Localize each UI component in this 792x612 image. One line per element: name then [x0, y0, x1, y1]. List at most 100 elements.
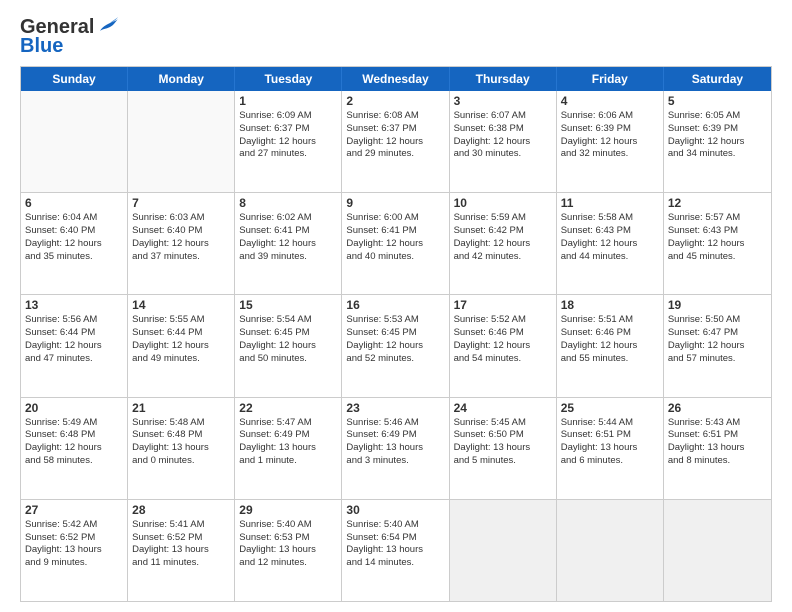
- calendar-cell-20: 20 Sunrise: 5:49 AMSunset: 6:48 PMDayligh…: [21, 398, 128, 499]
- cell-info-line: Sunrise: 5:40 AM: [239, 519, 337, 532]
- calendar-cell-empty: [557, 500, 664, 601]
- day-number: 3: [454, 94, 552, 108]
- calendar-row-4: 20Sunrise: 5:49 AMSunset: 6:48 PMDayligh…: [21, 397, 771, 499]
- day-number: 27: [25, 503, 123, 517]
- cell-info-line: Sunset: 6:48 PM: [25, 429, 123, 442]
- calendar-cell-13: 13Sunrise: 5:56 AMSunset: 6:44 PMDayligh…: [21, 295, 128, 396]
- calendar-cell-16: 16Sunrise: 5:53 AMSunset: 6:45 PMDayligh…: [342, 295, 449, 396]
- day-number: 13: [25, 298, 123, 312]
- cell-info-line: and 45 minutes.: [668, 251, 767, 264]
- cell-info-line: Sunrise: 6:09 AM: [239, 110, 337, 123]
- weekday-header-monday: Monday: [128, 67, 235, 91]
- cell-info-line: Daylight: 12 hours: [25, 238, 123, 251]
- cell-info-line: and 47 minutes.: [25, 353, 123, 366]
- cell-info-line: Sunset: 6:52 PM: [132, 532, 230, 545]
- day-number: 29: [239, 503, 337, 517]
- day-number: 12: [668, 196, 767, 210]
- cell-info-line: Daylight: 12 hours: [25, 442, 123, 455]
- cell-info-line: Daylight: 13 hours: [132, 544, 230, 557]
- calendar-cell-25: 25Sunrise: 5:44 AMSunset: 6:51 PMDayligh…: [557, 398, 664, 499]
- cell-info-line: Sunset: 6:37 PM: [239, 123, 337, 136]
- cell-info-line: Daylight: 13 hours: [132, 442, 230, 455]
- cell-info-line: Daylight: 12 hours: [454, 136, 552, 149]
- day-number: 25: [561, 401, 659, 415]
- calendar-row-1: 1Sunrise: 6:09 AMSunset: 6:37 PMDaylight…: [21, 91, 771, 192]
- cell-info-line: Sunrise: 5:50 AM: [668, 314, 767, 327]
- calendar-cell-2: 2Sunrise: 6:08 AMSunset: 6:37 PMDaylight…: [342, 91, 449, 192]
- cell-info-line: Sunset: 6:44 PM: [132, 327, 230, 340]
- cell-info-line: Daylight: 12 hours: [239, 340, 337, 353]
- calendar-cell-27: 27Sunrise: 5:42 AMSunset: 6:52 PMDayligh…: [21, 500, 128, 601]
- cell-info-line: and 58 minutes.: [25, 455, 123, 468]
- day-number: 19: [668, 298, 767, 312]
- cell-info-line: Daylight: 12 hours: [132, 340, 230, 353]
- cell-info-line: Sunset: 6:51 PM: [668, 429, 767, 442]
- day-number: 28: [132, 503, 230, 517]
- cell-info-line: Sunrise: 5:45 AM: [454, 417, 552, 430]
- cell-info-line: Sunset: 6:52 PM: [25, 532, 123, 545]
- cell-info-line: Daylight: 12 hours: [454, 238, 552, 251]
- cell-info-line: and 54 minutes.: [454, 353, 552, 366]
- logo: General Blue: [20, 16, 118, 58]
- cell-info-line: Daylight: 12 hours: [668, 238, 767, 251]
- calendar-cell-18: 18Sunrise: 5:51 AMSunset: 6:46 PMDayligh…: [557, 295, 664, 396]
- cell-info-line: Sunrise: 6:05 AM: [668, 110, 767, 123]
- cell-info-line: and 49 minutes.: [132, 353, 230, 366]
- cell-info-line: Daylight: 12 hours: [561, 238, 659, 251]
- cell-info-line: Sunrise: 5:55 AM: [132, 314, 230, 327]
- calendar-cell-29: 29Sunrise: 5:40 AMSunset: 6:53 PMDayligh…: [235, 500, 342, 601]
- cell-info-line: Sunrise: 5:52 AM: [454, 314, 552, 327]
- cell-info-line: and 52 minutes.: [346, 353, 444, 366]
- weekday-header-friday: Friday: [557, 67, 664, 91]
- calendar-cell-5: 5Sunrise: 6:05 AMSunset: 6:39 PMDaylight…: [664, 91, 771, 192]
- calendar-cell-30: 30Sunrise: 5:40 AMSunset: 6:54 PMDayligh…: [342, 500, 449, 601]
- day-number: 14: [132, 298, 230, 312]
- cell-info-line: Sunrise: 6:06 AM: [561, 110, 659, 123]
- cell-info-line: Sunrise: 6:07 AM: [454, 110, 552, 123]
- cell-info-line: and 37 minutes.: [132, 251, 230, 264]
- cell-info-line: Daylight: 13 hours: [239, 544, 337, 557]
- calendar-cell-17: 17Sunrise: 5:52 AMSunset: 6:46 PMDayligh…: [450, 295, 557, 396]
- day-number: 6: [25, 196, 123, 210]
- cell-info-line: Sunset: 6:43 PM: [668, 225, 767, 238]
- day-number: 7: [132, 196, 230, 210]
- calendar-cell-4: 4Sunrise: 6:06 AMSunset: 6:39 PMDaylight…: [557, 91, 664, 192]
- day-number: 11: [561, 196, 659, 210]
- calendar-cell-22: 22Sunrise: 5:47 AMSunset: 6:49 PMDayligh…: [235, 398, 342, 499]
- cell-info-line: Sunrise: 6:04 AM: [25, 212, 123, 225]
- cell-info-line: and 11 minutes.: [132, 557, 230, 570]
- cell-info-line: Sunset: 6:50 PM: [454, 429, 552, 442]
- cell-info-line: Sunrise: 5:49 AM: [25, 417, 123, 430]
- day-number: 20: [25, 401, 123, 415]
- cell-info-line: Sunrise: 5:56 AM: [25, 314, 123, 327]
- cell-info-line: and 27 minutes.: [239, 148, 337, 161]
- calendar-cell-6: 6Sunrise: 6:04 AMSunset: 6:40 PMDaylight…: [21, 193, 128, 294]
- calendar-cell-10: 10Sunrise: 5:59 AMSunset: 6:42 PMDayligh…: [450, 193, 557, 294]
- cell-info-line: Sunset: 6:37 PM: [346, 123, 444, 136]
- cell-info-line: Daylight: 12 hours: [239, 136, 337, 149]
- calendar: SundayMondayTuesdayWednesdayThursdayFrid…: [20, 66, 772, 602]
- day-number: 22: [239, 401, 337, 415]
- calendar-cell-23: 23Sunrise: 5:46 AMSunset: 6:49 PMDayligh…: [342, 398, 449, 499]
- cell-info-line: and 42 minutes.: [454, 251, 552, 264]
- cell-info-line: and 12 minutes.: [239, 557, 337, 570]
- cell-info-line: Sunrise: 5:47 AM: [239, 417, 337, 430]
- cell-info-line: and 8 minutes.: [668, 455, 767, 468]
- weekday-header-sunday: Sunday: [21, 67, 128, 91]
- day-number: 5: [668, 94, 767, 108]
- cell-info-line: and 0 minutes.: [132, 455, 230, 468]
- cell-info-line: Sunrise: 6:08 AM: [346, 110, 444, 123]
- cell-info-line: and 3 minutes.: [346, 455, 444, 468]
- cell-info-line: Daylight: 12 hours: [561, 340, 659, 353]
- day-number: 23: [346, 401, 444, 415]
- day-number: 9: [346, 196, 444, 210]
- cell-info-line: Daylight: 12 hours: [561, 136, 659, 149]
- cell-info-line: Sunrise: 5:46 AM: [346, 417, 444, 430]
- cell-info-line: Sunrise: 5:51 AM: [561, 314, 659, 327]
- cell-info-line: and 29 minutes.: [346, 148, 444, 161]
- cell-info-line: Sunset: 6:49 PM: [346, 429, 444, 442]
- cell-info-line: Sunrise: 5:40 AM: [346, 519, 444, 532]
- cell-info-line: Sunset: 6:46 PM: [454, 327, 552, 340]
- cell-info-line: Sunrise: 5:54 AM: [239, 314, 337, 327]
- cell-info-line: and 9 minutes.: [25, 557, 123, 570]
